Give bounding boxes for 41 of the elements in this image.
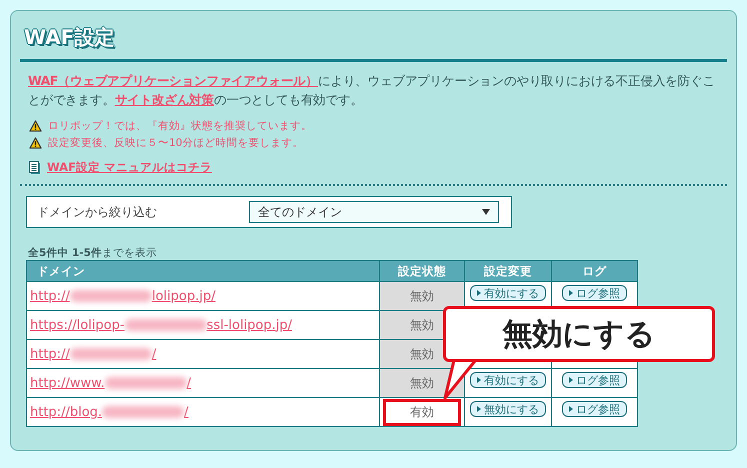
toggle-button[interactable]: 有効にする [470,285,546,301]
status-text: 無効 [409,288,435,304]
domain-link[interactable]: https://lolipop- ssl-lolipop.jp/ [30,318,292,332]
caret-icon [477,290,481,296]
intro-paragraph: WAF（ウェブアプリケーションファイアウォール）により、ウェブアプリケーションのやり取りにおける不正侵入を防ぐことができます。サイト改ざん対策の一つとしても有効です。 [28,72,716,109]
status-text: 無効 [409,346,435,362]
status-text: 無効 [409,374,435,392]
toggle-button[interactable]: 無効にする [470,401,546,417]
caret-icon [482,209,490,215]
filter-label: ドメインから絞り込む [37,204,157,220]
caret-icon [569,377,573,383]
column-header: ログ [551,261,637,281]
result-count: 全5件中 1-5件 までを表示 [28,246,158,259]
warning-icon [29,136,42,148]
manual-link[interactable]: WAF設定 マニュアルはコチラ [47,160,212,175]
status-text: 無効 [409,316,435,334]
domain-link[interactable]: http:// / [30,346,156,362]
panel-title: WAF設定 [24,24,114,51]
site-tampering-link[interactable]: サイト改ざん対策 [114,92,214,107]
warning-icon [29,120,42,132]
log-button[interactable]: ログ参照 [562,401,627,417]
warning-text: 設定変更後、反映に５〜10分ほど時間を要します。 [48,136,304,150]
domain-link[interactable]: http://www. / [30,376,192,390]
caret-icon [569,290,573,296]
callout-text: 無効にする [502,316,656,354]
waf-link[interactable]: WAF（ウェブアプリケーションファイアウォール） [28,73,318,88]
domain-link[interactable]: http://blog. / [30,404,188,420]
column-header: 設定変更 [464,261,551,281]
status-text: 有効 [383,398,461,426]
log-button[interactable]: ログ参照 [562,372,627,388]
caret-icon [477,406,481,412]
caret-icon [569,406,573,412]
column-header: 設定状態 [379,261,464,281]
caret-icon [477,377,481,383]
domain-link[interactable]: http:// lolipop.jp/ [30,288,216,304]
log-button[interactable]: ログ参照 [562,285,627,301]
document-icon [29,160,41,174]
warning-text: ロリポップ！では、『有効』状態を推奨しています。 [48,118,312,132]
domain-select[interactable]: 全てのドメイン [249,201,499,223]
toggle-button[interactable]: 有効にする [470,372,546,388]
column-header: ドメイン [27,261,379,281]
